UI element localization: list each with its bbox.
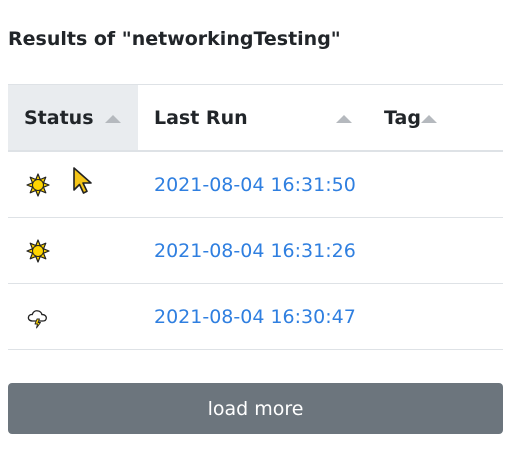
status-cell	[8, 283, 138, 350]
tag-column-header[interactable]: Tag	[368, 84, 503, 152]
run-link[interactable]: 2021-08-04 16:31:26	[138, 240, 356, 262]
last-run-cell: 2021-08-04 16:31:26	[138, 217, 368, 284]
sun-icon	[26, 238, 50, 263]
table-row: 2021-08-04 16:30:47	[8, 283, 503, 350]
tag-cell	[368, 151, 503, 218]
table-header-row: Status Last Run Tag	[8, 84, 503, 152]
sort-ascending-icon[interactable]	[336, 115, 352, 123]
run-link[interactable]: 2021-08-04 16:30:47	[138, 306, 356, 328]
status-cell	[8, 151, 138, 218]
table-row: 2021-08-04 16:31:26	[8, 217, 503, 284]
tag-header-label: Tag	[384, 107, 421, 129]
tag-cell	[368, 283, 503, 350]
table-row: 2021-08-04 16:31:50	[8, 151, 503, 218]
status-header-label: Status	[24, 107, 94, 129]
status-column-header[interactable]: Status	[8, 84, 138, 152]
last-run-cell: 2021-08-04 16:30:47	[138, 283, 368, 350]
last-run-header-label: Last Run	[154, 107, 248, 129]
load-more-button[interactable]: load more	[8, 383, 503, 434]
page-title: Results of "networkingTesting"	[8, 28, 341, 50]
results-table: Status Last Run Tag 2021-08-04 16:31:50 …	[8, 84, 503, 350]
tag-cell	[368, 217, 503, 284]
last-run-column-header[interactable]: Last Run	[138, 84, 368, 152]
last-run-cell: 2021-08-04 16:31:50	[138, 151, 368, 218]
sun-icon	[26, 172, 50, 197]
sort-ascending-icon[interactable]	[421, 115, 437, 123]
run-link[interactable]: 2021-08-04 16:31:50	[138, 174, 356, 196]
storm-cloud-icon	[27, 309, 47, 328]
status-cell	[8, 217, 138, 284]
sort-ascending-icon[interactable]	[105, 115, 121, 123]
